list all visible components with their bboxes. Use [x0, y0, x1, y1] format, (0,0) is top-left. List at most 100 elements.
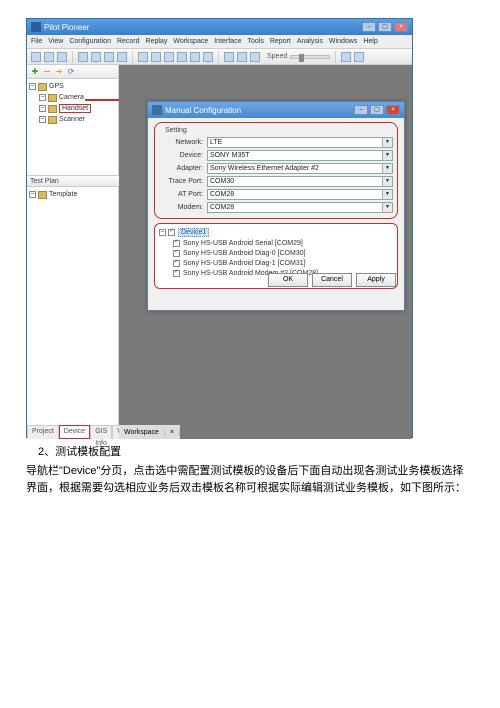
- device-item[interactable]: Sony HS-USB Android Serial [COM29]: [173, 238, 393, 248]
- toolbar-icon[interactable]: [44, 52, 54, 62]
- side-panel: ✚ － ➔ ⟳ –GPS –Camera –Handset –Scanner T…: [27, 65, 119, 439]
- toolbar-icon[interactable]: [151, 52, 161, 62]
- app-icon: [31, 22, 41, 32]
- speed-label: Speed: [267, 53, 287, 60]
- device-root[interactable]: –Device1: [159, 227, 393, 238]
- doc-paragraph: 导航栏"Device"分页，点击选中需配置测试模板的设备后下面自动出现各测试业务…: [26, 463, 474, 497]
- menu-workspace[interactable]: Workspace: [173, 38, 208, 45]
- refresh-icon[interactable]: ⟳: [66, 67, 76, 77]
- toolbar-icon[interactable]: [91, 52, 101, 62]
- canvas-tab-bar: Workspace×: [119, 425, 180, 439]
- chevron-down-icon[interactable]: ▼: [382, 164, 392, 173]
- menu-view[interactable]: View: [48, 38, 63, 45]
- menu-analysis[interactable]: Analysis: [297, 38, 323, 45]
- toolbar-play-icon[interactable]: [224, 52, 234, 62]
- checkbox-checked-icon[interactable]: [173, 250, 180, 257]
- cancel-button[interactable]: Cancel: [312, 273, 352, 287]
- menu-bar: File View Configuration Record Replay Wo…: [27, 35, 412, 49]
- network-label: Network:: [159, 139, 207, 146]
- maximize-button[interactable]: ▢: [378, 22, 392, 32]
- checkbox-checked-icon[interactable]: [168, 229, 175, 236]
- chevron-down-icon[interactable]: ▼: [382, 138, 392, 147]
- chevron-down-icon[interactable]: ▼: [382, 151, 392, 160]
- trace-port-select[interactable]: COM30▼: [207, 176, 393, 187]
- device-select[interactable]: SONY M35T▼: [207, 150, 393, 161]
- checkbox-checked-icon[interactable]: [173, 270, 180, 277]
- ok-button[interactable]: OK: [268, 273, 308, 287]
- tree-item-template[interactable]: –Template: [29, 189, 117, 200]
- apply-button[interactable]: Apply: [356, 273, 396, 287]
- chevron-down-icon[interactable]: ▼: [382, 190, 392, 199]
- trace-port-label: Trace Port:: [159, 178, 207, 185]
- minimize-button[interactable]: –: [362, 22, 376, 32]
- tab-gis-info[interactable]: GIS Info: [90, 425, 112, 439]
- canvas-tab-close-icon[interactable]: ×: [165, 429, 180, 436]
- toolbar-pause-icon[interactable]: [237, 52, 247, 62]
- dialog-minimize-button[interactable]: –: [354, 105, 368, 115]
- menu-report[interactable]: Report: [270, 38, 291, 45]
- chevron-down-icon[interactable]: ▼: [382, 177, 392, 186]
- menu-interface[interactable]: Interface: [214, 38, 241, 45]
- dialog-buttons: OK Cancel Apply: [268, 273, 396, 287]
- checkbox-checked-icon[interactable]: [173, 260, 180, 267]
- toolbar-icon[interactable]: [57, 52, 67, 62]
- toolbar-separator: [335, 51, 336, 63]
- toolbar-stop-icon[interactable]: [250, 52, 260, 62]
- device-item[interactable]: Sony HS-USB Android Diag-0 [COM30]: [173, 248, 393, 258]
- toolbar-icon[interactable]: [164, 52, 174, 62]
- toolbar-icon[interactable]: [354, 52, 364, 62]
- add-icon[interactable]: ✚: [30, 67, 40, 77]
- device-item[interactable]: Sony HS-USB Android Diag-1 [COM31]: [173, 258, 393, 268]
- tree-item-camera[interactable]: –Camera: [29, 92, 116, 103]
- toolbar-icon[interactable]: [117, 52, 127, 62]
- menu-windows[interactable]: Windows: [329, 38, 357, 45]
- window-controls: – ▢ ×: [362, 22, 408, 32]
- checkbox-checked-icon[interactable]: [173, 240, 180, 247]
- canvas-tab-workspace[interactable]: Workspace: [119, 429, 165, 436]
- menu-tools[interactable]: Tools: [247, 38, 263, 45]
- at-port-select[interactable]: COM28▼: [207, 189, 393, 200]
- adapter-select[interactable]: Sony Wireless Ethernet Adapter #2▼: [207, 163, 393, 174]
- test-plan-panel: Test Plan –Template: [27, 175, 119, 202]
- network-select[interactable]: LTE▼: [207, 137, 393, 148]
- tree-toolbar: ✚ － ➔ ⟳: [27, 65, 118, 79]
- menu-record[interactable]: Record: [117, 38, 140, 45]
- tab-project[interactable]: Project: [27, 425, 59, 439]
- toolbar-separator: [72, 51, 73, 63]
- toolbar-icon[interactable]: [177, 52, 187, 62]
- settings-legend: Setting: [163, 127, 189, 134]
- toolbar-separator: [132, 51, 133, 63]
- delete-icon[interactable]: －: [42, 67, 52, 77]
- menu-file[interactable]: File: [31, 38, 42, 45]
- toolbar-icon[interactable]: [104, 52, 114, 62]
- toolbar-icon[interactable]: [138, 52, 148, 62]
- menu-help[interactable]: Help: [363, 38, 377, 45]
- speed-slider[interactable]: [290, 55, 330, 59]
- dialog-maximize-button[interactable]: ▢: [370, 105, 384, 115]
- menu-configuration[interactable]: Configuration: [69, 38, 111, 45]
- modem-label: Modem:: [159, 204, 207, 211]
- toolbar-icon[interactable]: [78, 52, 88, 62]
- app-title: Pilot Pioneer: [44, 23, 89, 32]
- arrow-icon[interactable]: ➔: [54, 67, 64, 77]
- tree-item-gps[interactable]: –GPS: [29, 81, 116, 92]
- close-button[interactable]: ×: [394, 22, 408, 32]
- at-port-label: AT Port:: [159, 191, 207, 198]
- toolbar-icon[interactable]: [31, 52, 41, 62]
- tab-device[interactable]: Device: [59, 425, 90, 439]
- tree-item-handset[interactable]: –Handset: [29, 103, 116, 114]
- toolbar-icon[interactable]: [341, 52, 351, 62]
- toolbar-icon[interactable]: [190, 52, 200, 62]
- chevron-down-icon[interactable]: ▼: [382, 203, 392, 212]
- toolbar-icon[interactable]: [203, 52, 213, 62]
- dialog-close-button[interactable]: ×: [386, 105, 400, 115]
- settings-group: Setting Network:LTE▼ Device:SONY M35T▼ A…: [154, 122, 398, 219]
- dialog-icon: [152, 105, 162, 115]
- tree-item-scanner[interactable]: –Scanner: [29, 114, 116, 125]
- device-label: Device:: [159, 152, 207, 159]
- toolbar: Speed: [27, 49, 412, 65]
- device-tree: –GPS –Camera –Handset –Scanner: [27, 79, 118, 127]
- menu-replay[interactable]: Replay: [146, 38, 168, 45]
- content-area: ✚ － ➔ ⟳ –GPS –Camera –Handset –Scanner T…: [27, 65, 412, 439]
- modem-select[interactable]: COM28▼: [207, 202, 393, 213]
